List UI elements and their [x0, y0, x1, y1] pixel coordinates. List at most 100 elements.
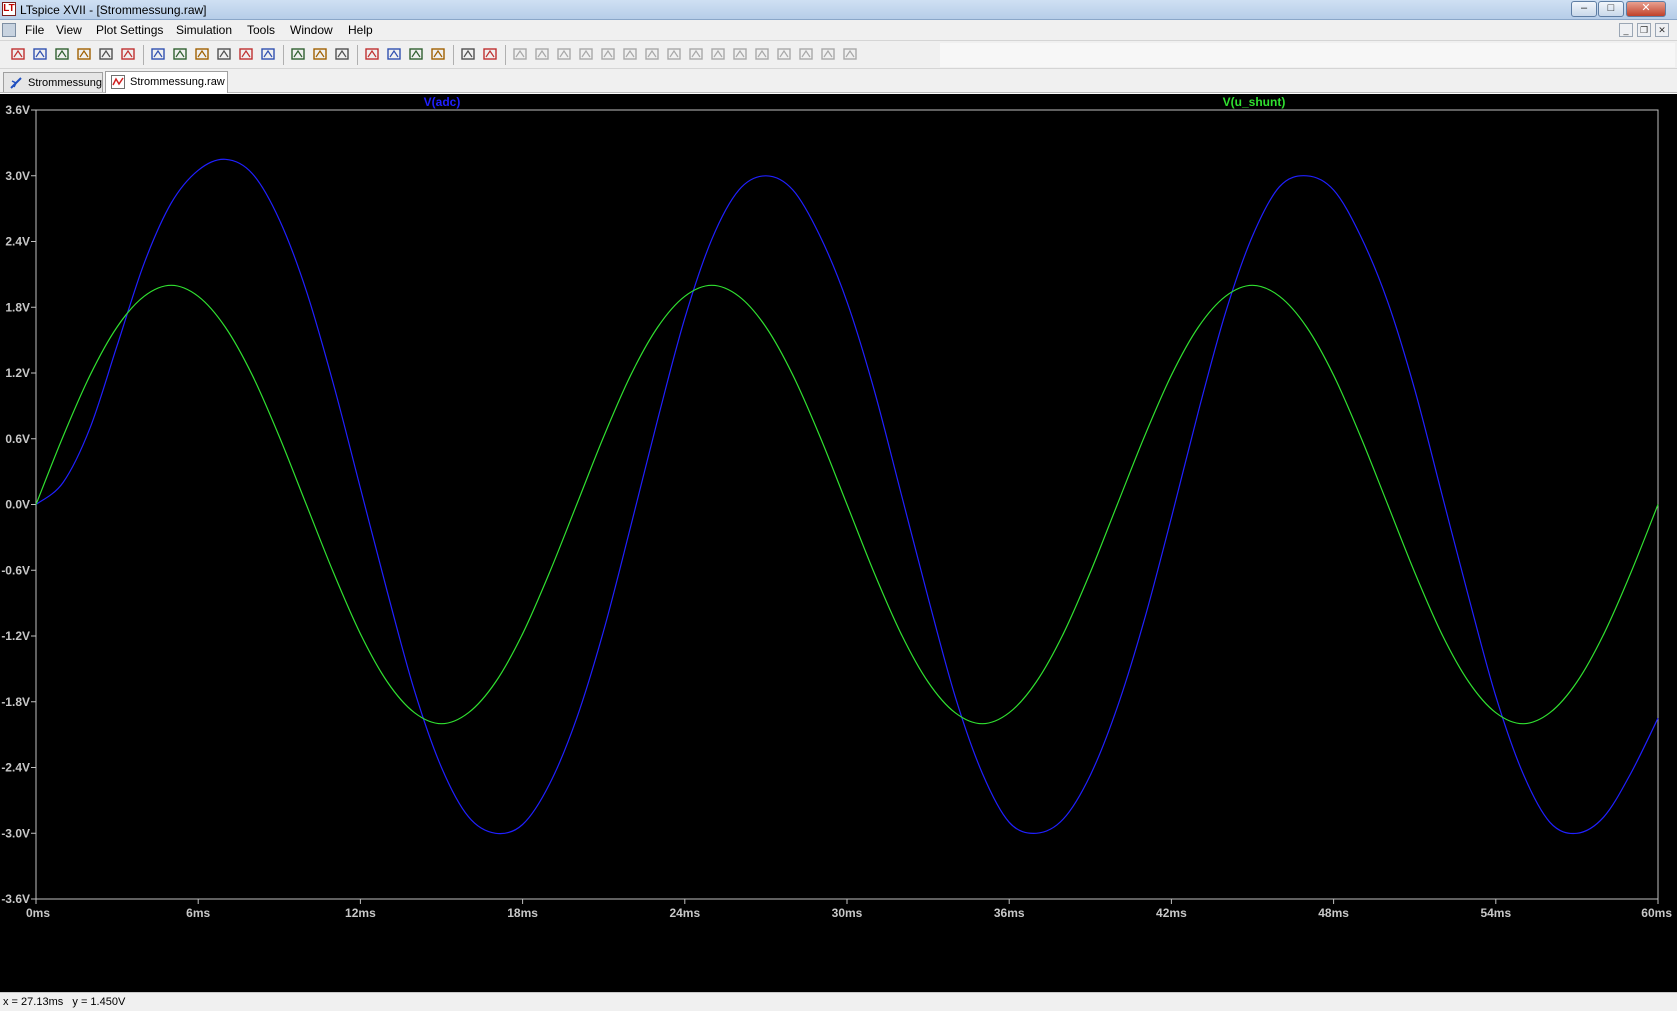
text-icon[interactable]	[820, 46, 836, 62]
ground-icon[interactable]	[534, 46, 550, 62]
menu-bar: File View Plot Settings Simulation Tools…	[0, 20, 1677, 41]
x-tick-label: 24ms	[669, 906, 700, 920]
trace-label-v-u-shunt[interactable]: V(u_shunt)	[1223, 95, 1286, 109]
x-tick-label: 60ms	[1641, 906, 1672, 920]
y-tick-label: -3.6V	[1, 892, 30, 906]
zoom-in-icon[interactable]	[150, 46, 166, 62]
y-tick-label: 1.2V	[5, 366, 30, 380]
maximize-button[interactable]: □	[1598, 1, 1624, 17]
title-bar: LT LTspice XVII - [Strommessung.raw] – □…	[0, 0, 1677, 20]
tile-vertical-icon[interactable]	[334, 46, 350, 62]
zoom-area-icon[interactable]	[194, 46, 210, 62]
rotate-icon[interactable]	[776, 46, 792, 62]
cascade-icon[interactable]	[312, 46, 328, 62]
document-icon[interactable]	[2, 23, 16, 37]
mdi-close-icon[interactable]: ✕	[1655, 23, 1669, 37]
menu-help[interactable]: Help	[348, 23, 373, 37]
window-title: LTspice XVII - [Strommessung.raw]	[20, 3, 207, 17]
copy-icon[interactable]	[386, 46, 402, 62]
menu-view[interactable]: View	[56, 23, 82, 37]
mdi-minimize-icon[interactable]: _	[1619, 23, 1633, 37]
mdi-restore-icon[interactable]: ❐	[1637, 23, 1651, 37]
cut-icon[interactable]	[364, 46, 380, 62]
tab-label: Strommessung.raw	[130, 76, 225, 88]
menu-tools[interactable]: Tools	[247, 23, 275, 37]
save-icon[interactable]	[54, 46, 70, 62]
y-tick-label: 1.8V	[5, 300, 30, 314]
waveform-icon	[111, 75, 125, 89]
toolbar-separator	[357, 45, 358, 65]
new-schematic-icon[interactable]	[10, 46, 26, 62]
x-tick-label: 36ms	[994, 906, 1025, 920]
toolbar-separator	[283, 45, 284, 65]
run-icon[interactable]	[98, 46, 114, 62]
document-tab-bar: Strommessung Strommessung.raw	[0, 69, 1677, 93]
toolbar-separator	[143, 45, 144, 65]
trace-line-v-adc[interactable]	[35, 158, 1659, 835]
label-icon[interactable]	[556, 46, 572, 62]
resistor-icon[interactable]	[578, 46, 594, 62]
trace-line-v-u-shunt[interactable]	[35, 284, 1659, 725]
y-tick-label: 0.0V	[5, 498, 30, 512]
wire-icon[interactable]	[512, 46, 528, 62]
menu-simulation[interactable]: Simulation	[176, 23, 232, 37]
y-tick-label: -1.2V	[1, 629, 30, 643]
move-icon[interactable]	[688, 46, 704, 62]
status-bar: x = 27.13ms y = 1.450V	[0, 992, 1677, 1011]
menu-plot-settings[interactable]: Plot Settings	[96, 23, 163, 37]
y-tick-label: 2.4V	[5, 235, 30, 249]
trace-label-v-adc[interactable]: V(adc)	[424, 95, 461, 109]
mirror-icon[interactable]	[798, 46, 814, 62]
toolbar-empty-area	[940, 43, 1675, 67]
halt-icon[interactable]	[120, 46, 136, 62]
capacitor-icon[interactable]	[600, 46, 616, 62]
undo-icon[interactable]	[732, 46, 748, 62]
inductor-icon[interactable]	[622, 46, 638, 62]
zoom-out-icon[interactable]	[172, 46, 188, 62]
x-tick-label: 48ms	[1318, 906, 1349, 920]
x-tick-label: 54ms	[1480, 906, 1511, 920]
close-button[interactable]: ✕	[1626, 1, 1666, 17]
waveform-chart[interactable]: V(adc) V(u_shunt) 3.6V 3.0V 2.4V 1.8V 1.2V 0.6…	[0, 94, 1677, 992]
y-tick-label: -2.4V	[1, 761, 30, 775]
redo-icon[interactable]	[754, 46, 770, 62]
schematic-icon	[10, 77, 22, 89]
autorange-icon[interactable]	[238, 46, 254, 62]
menu-window[interactable]: Window	[290, 23, 333, 37]
waveform-plot-pane[interactable]: V(adc) V(u_shunt) 3.6V 3.0V 2.4V 1.8V 1.2V 0.6…	[0, 94, 1677, 992]
control-panel-icon[interactable]	[76, 46, 92, 62]
y-tick-label: 3.0V	[5, 169, 30, 183]
y-tick-label: -0.6V	[1, 563, 30, 577]
drag-icon[interactable]	[710, 46, 726, 62]
print-icon[interactable]	[482, 46, 498, 62]
y-tick-label: 3.6V	[5, 103, 30, 117]
x-tick-label: 0ms	[26, 906, 50, 920]
menu-file[interactable]: File	[25, 23, 44, 37]
component-icon[interactable]	[666, 46, 682, 62]
open-icon[interactable]	[32, 46, 48, 62]
toolbar	[0, 41, 1677, 69]
paste-icon[interactable]	[408, 46, 424, 62]
toolbar-separator	[505, 45, 506, 65]
tile-horizontal-icon[interactable]	[290, 46, 306, 62]
spice-directive-icon[interactable]	[842, 46, 858, 62]
y-tick-label: 0.6V	[5, 432, 30, 446]
tab-label: Strommessung	[28, 77, 102, 89]
y-tick-label: -1.8V	[1, 695, 30, 709]
print-preview-icon[interactable]	[460, 46, 476, 62]
grid-icon[interactable]	[260, 46, 276, 62]
tab-strommessung-raw[interactable]: Strommessung.raw	[105, 71, 228, 93]
ltspice-logo-icon: LT	[2, 2, 16, 16]
find-icon[interactable]	[430, 46, 446, 62]
zoom-cancel-icon[interactable]	[216, 46, 232, 62]
x-tick-label: 6ms	[186, 906, 210, 920]
x-tick-label: 30ms	[832, 906, 863, 920]
x-tick-label: 18ms	[507, 906, 538, 920]
toolbar-separator	[453, 45, 454, 65]
tab-strommessung-schematic[interactable]: Strommessung	[3, 72, 103, 92]
x-tick-label: 42ms	[1156, 906, 1187, 920]
x-tick-label: 12ms	[345, 906, 376, 920]
minimize-button[interactable]: –	[1571, 1, 1597, 17]
diode-icon[interactable]	[644, 46, 660, 62]
y-tick-label: -3.0V	[1, 826, 30, 840]
